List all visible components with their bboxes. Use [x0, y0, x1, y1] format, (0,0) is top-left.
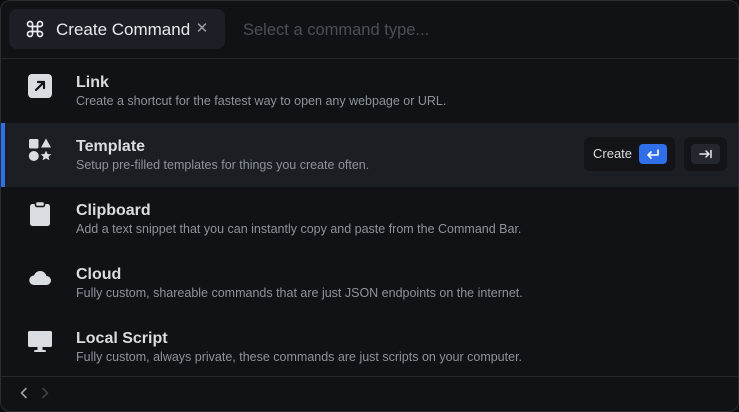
command-type-list: Link Create a shortcut for the fastest w…	[1, 59, 738, 379]
item-title: Clipboard	[76, 202, 151, 219]
tab-icon	[699, 149, 712, 159]
footer-bar	[1, 376, 738, 411]
item-title: Local Script	[76, 330, 168, 347]
chevron-right-icon[interactable]	[38, 386, 52, 400]
list-item-clipboard[interactable]: Clipboard Add a text snippet that you ca…	[1, 187, 738, 251]
create-button-label: Create	[593, 146, 633, 161]
clipboard-icon	[30, 201, 50, 226]
item-description: Create a shortcut for the fastest way to…	[76, 94, 447, 108]
list-item-link[interactable]: Link Create a shortcut for the fastest w…	[1, 59, 738, 123]
tag-label: Create Command	[56, 20, 191, 39]
search-input[interactable]	[243, 18, 713, 42]
arrow-up-right-icon	[28, 74, 52, 98]
chevron-left-icon[interactable]	[17, 386, 31, 400]
item-title: Link	[76, 74, 109, 91]
tab-key-badge	[691, 144, 720, 164]
monitor-icon	[28, 331, 52, 352]
header-bar: Create Command ✕	[1, 1, 738, 59]
list-item-local-script[interactable]: Local Script Fully custom, always privat…	[1, 315, 738, 379]
command-icon	[26, 20, 44, 38]
return-icon	[647, 149, 659, 159]
item-title: Template	[76, 138, 146, 155]
list-item-template[interactable]: Template Setup pre-filled templates for …	[1, 123, 738, 187]
item-description: Fully custom, shareable commands that ar…	[76, 286, 523, 300]
create-button[interactable]: Create	[584, 137, 675, 171]
create-command-window: Create Command ✕ Link Create a shortcut …	[0, 0, 739, 412]
close-icon[interactable]: ✕	[195, 20, 209, 38]
shapes-icon	[28, 138, 52, 161]
item-description: Add a text snippet that you can instantl…	[76, 222, 522, 236]
create-command-tag: Create Command ✕	[9, 9, 225, 49]
cloud-icon	[29, 271, 51, 285]
item-title: Cloud	[76, 266, 122, 283]
item-description: Fully custom, always private, these comm…	[76, 350, 523, 364]
list-item-cloud[interactable]: Cloud Fully custom, shareable commands t…	[1, 251, 738, 315]
item-description: Setup pre-filled templates for things yo…	[76, 158, 370, 172]
enter-key-badge	[639, 144, 667, 164]
tab-button[interactable]	[684, 137, 727, 171]
